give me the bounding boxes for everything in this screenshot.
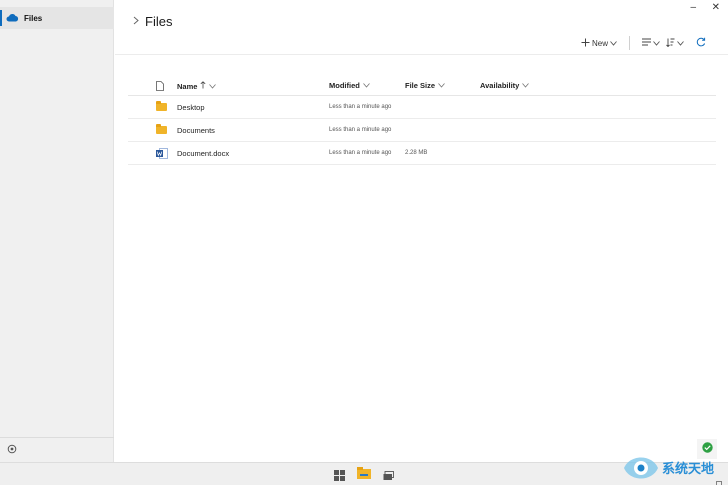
chevron-down-icon [363, 81, 370, 90]
toolbar: New [581, 36, 706, 50]
column-label: Availability [480, 81, 520, 90]
sidebar-footer [0, 437, 114, 462]
file-name[interactable]: Documents [177, 126, 215, 135]
close-button[interactable]: ✕ [712, 2, 720, 13]
column-label: Name [177, 81, 198, 91]
sort-icon [666, 38, 675, 49]
settings-icon[interactable] [7, 441, 17, 459]
file-list: Name Modified File Size Availability Des… [128, 76, 716, 165]
sort-ascending-icon [200, 81, 206, 91]
list-view-icon [642, 38, 651, 48]
title-bar: – ✕ [115, 0, 728, 16]
chevron-down-icon [209, 82, 217, 91]
breadcrumb: Files [133, 14, 172, 29]
view-options-button[interactable] [642, 38, 660, 48]
file-name[interactable]: Document.docx [177, 149, 229, 158]
file-explorer-icon[interactable] [357, 467, 371, 485]
page-title: Files [145, 14, 173, 29]
column-header-file-size[interactable]: File Size [405, 81, 445, 90]
sort-button[interactable] [666, 38, 684, 49]
file-modified: Less than a minute ago [329, 150, 392, 156]
plus-icon [581, 38, 590, 49]
table-row[interactable]: Documents Less than a minute ago [128, 119, 716, 142]
onedrive-cloud-icon [6, 9, 19, 27]
folder-icon [156, 101, 167, 111]
file-size: 2.28 MB [405, 150, 428, 156]
selection-indicator [0, 10, 2, 26]
folder-icon [156, 124, 167, 134]
toolbar-divider [629, 36, 630, 50]
table-header: Name Modified File Size Availability [128, 76, 716, 96]
column-header-availability[interactable]: Availability [480, 81, 530, 90]
chevron-down-icon [522, 81, 530, 90]
word-document-icon [156, 148, 168, 161]
file-modified: Less than a minute ago [329, 104, 392, 110]
new-button-label: New [591, 38, 608, 48]
file-type-column-icon[interactable] [156, 81, 164, 91]
sidebar-item-label: Files [24, 13, 43, 23]
sidebar-item-files[interactable]: Files [0, 7, 114, 29]
chevron-down-icon [653, 39, 660, 48]
column-header-modified[interactable]: Modified [329, 81, 370, 90]
column-label: File Size [405, 81, 436, 90]
watermark-text: 系统天地 [662, 462, 715, 477]
new-button[interactable]: New [581, 38, 617, 49]
chevron-down-icon [677, 39, 684, 48]
chevron-down-icon [438, 81, 445, 90]
minimize-button[interactable]: – [690, 2, 696, 13]
column-label: Modified [329, 81, 360, 90]
header-divider [115, 54, 728, 55]
taskbar [0, 462, 728, 485]
chevron-down-icon [610, 39, 617, 48]
file-name[interactable]: Desktop [177, 103, 205, 112]
chevron-right-icon[interactable] [133, 16, 139, 28]
column-header-name[interactable]: Name [177, 81, 217, 91]
site-watermark: 系统天地 [622, 452, 728, 485]
sidebar: Files [0, 0, 114, 462]
refresh-icon[interactable] [696, 37, 706, 49]
table-row[interactable]: Document.docx Less than a minute ago 2.2… [128, 142, 716, 165]
task-view-icon[interactable] [383, 468, 394, 485]
file-modified: Less than a minute ago [329, 127, 392, 133]
table-row[interactable]: Desktop Less than a minute ago [128, 96, 716, 119]
windows-start-icon[interactable] [334, 468, 345, 485]
